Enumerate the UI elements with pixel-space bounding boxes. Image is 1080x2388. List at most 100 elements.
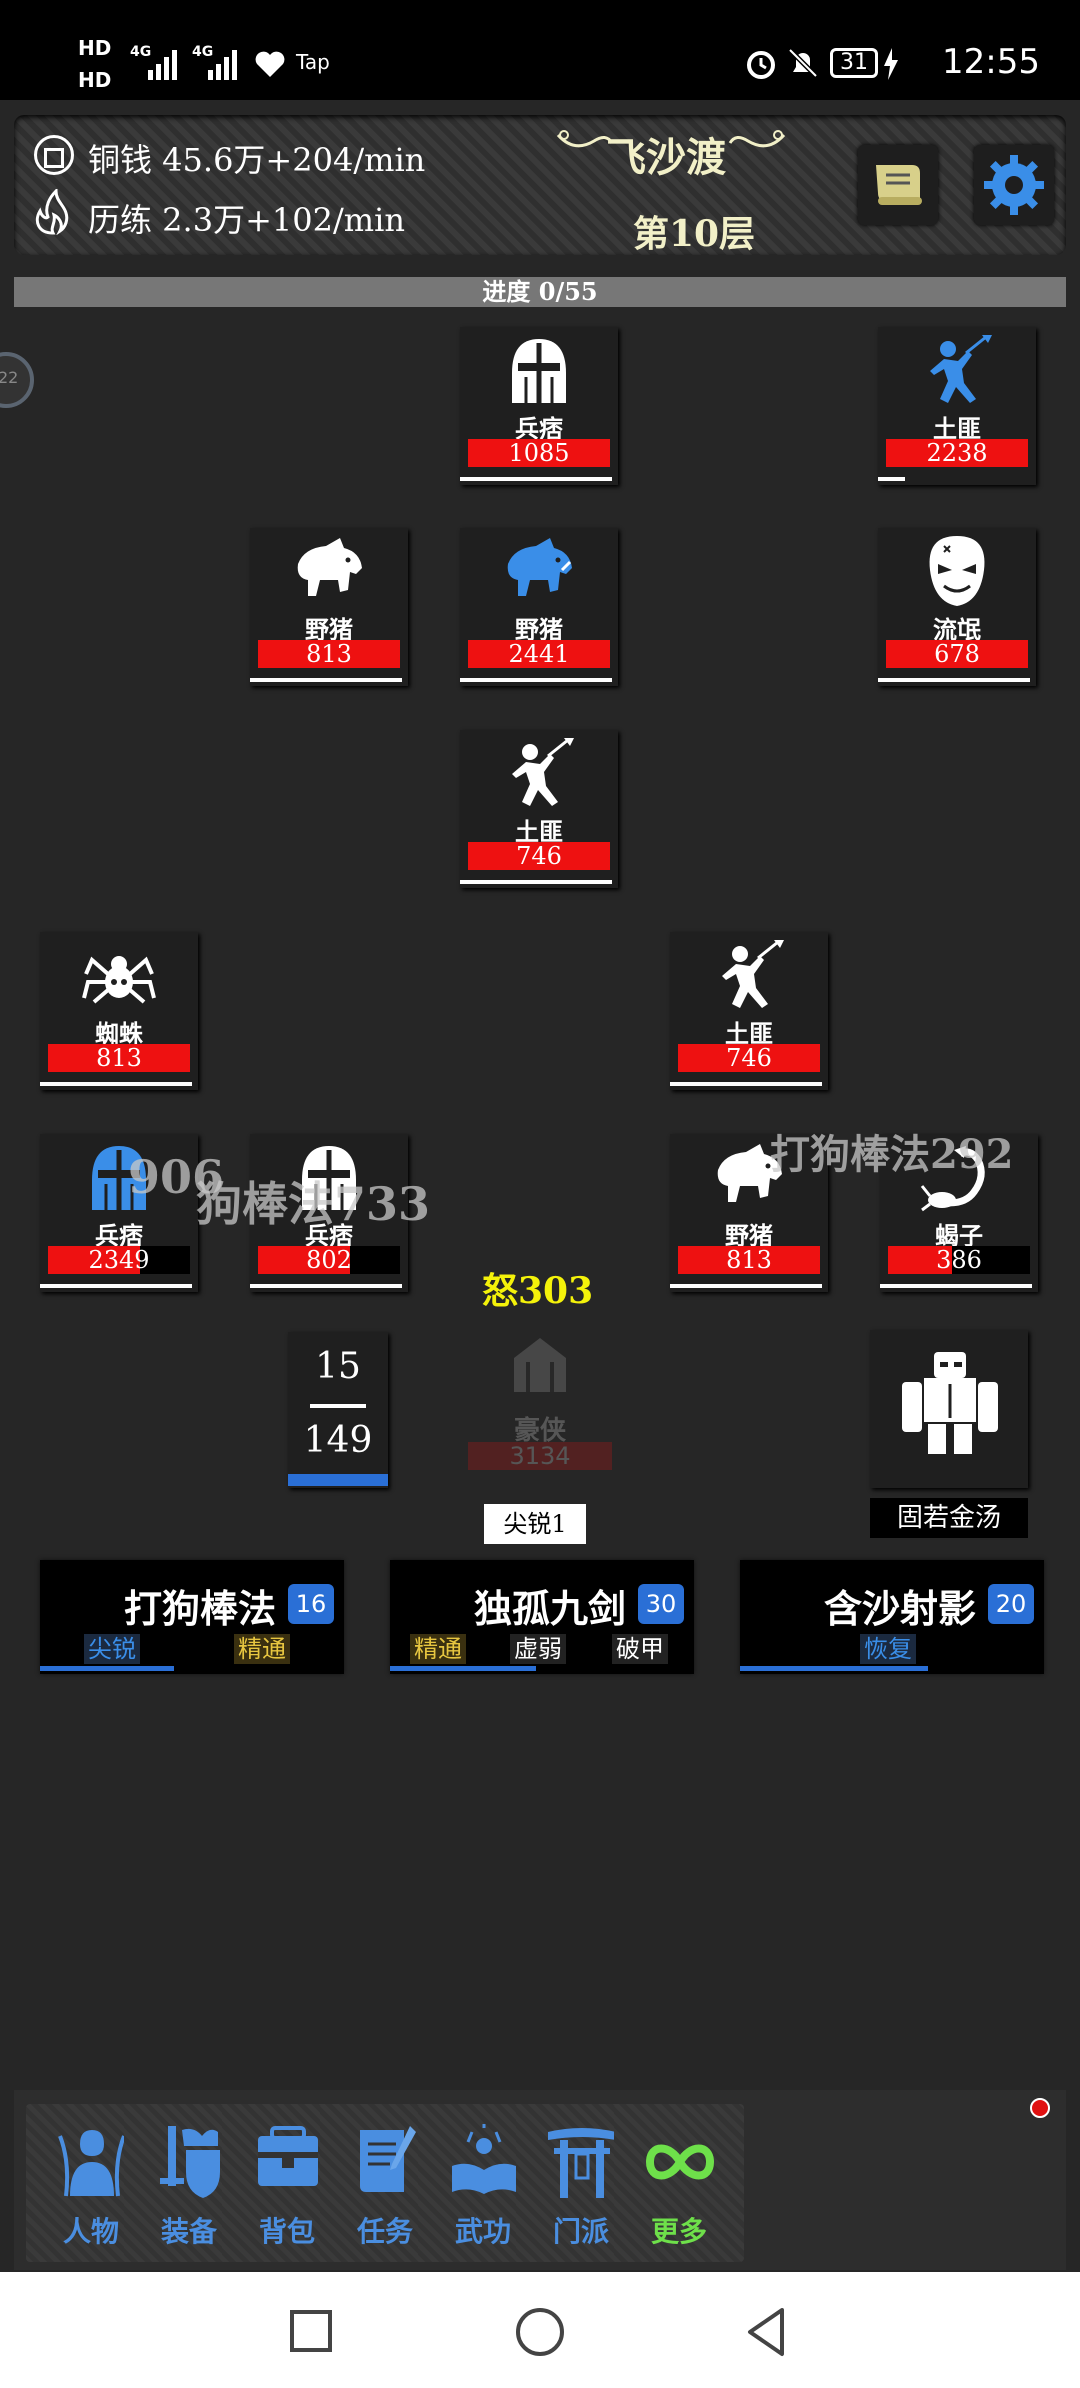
enemy-timer-bar bbox=[460, 477, 612, 481]
skill-name: 打狗棒法 bbox=[123, 1586, 276, 1631]
skill-float-left: 狗棒法733 bbox=[196, 1177, 431, 1231]
flame-icon bbox=[35, 189, 69, 235]
enemy-timer-bar bbox=[880, 1284, 1032, 1288]
ally-label: 固若金汤 bbox=[870, 1498, 1028, 1538]
heart-icon bbox=[255, 51, 285, 77]
floor-label: 第10层 bbox=[632, 213, 756, 255]
enemy-card[interactable]: 蜘蛛 813 bbox=[40, 932, 198, 1090]
notification-dot bbox=[1030, 2098, 1050, 2118]
enemy-hp-value: 1085 bbox=[508, 439, 570, 467]
enemy-timer-bar bbox=[460, 678, 612, 682]
enemy-card[interactable]: 土匪 2238 bbox=[878, 327, 1036, 485]
alarm-icon bbox=[747, 51, 775, 79]
boar-icon bbox=[500, 534, 578, 608]
enemy-hp-value: 678 bbox=[934, 640, 980, 668]
enemy-card[interactable]: 野猪 2441 bbox=[460, 528, 618, 686]
enemy-hp-value: 746 bbox=[726, 1044, 772, 1072]
combo-bottom: 149 bbox=[303, 1420, 373, 1461]
home-button[interactable] bbox=[516, 2308, 564, 2356]
skill-level: 30 bbox=[638, 1584, 684, 1624]
enemy-hp-value: 2238 bbox=[926, 439, 988, 467]
hd-indicator-2: HD bbox=[78, 68, 112, 92]
recents-button[interactable] bbox=[290, 2310, 332, 2352]
skill-tag: 精通 bbox=[410, 1634, 466, 1664]
enemy-timer-bar bbox=[878, 678, 1030, 682]
skill-slot[interactable]: 独孤九剑 30 精通 虚弱 破甲 bbox=[390, 1560, 694, 1674]
skill-slot[interactable]: 打狗棒法 16 尖锐 精通 bbox=[40, 1560, 344, 1674]
back-button[interactable] bbox=[744, 2306, 788, 2358]
boar-icon bbox=[290, 534, 368, 608]
skill-name: 独孤九剑 bbox=[473, 1586, 626, 1631]
skill-cooldown-bar bbox=[390, 1666, 536, 1671]
skill-slot[interactable]: 含沙射影 20 恢复 bbox=[740, 1560, 1044, 1674]
enemy-hp-bar: 813 bbox=[48, 1044, 190, 1072]
scroll-button[interactable] bbox=[858, 145, 938, 225]
side-badge-count: 22 bbox=[0, 368, 19, 387]
enemy-hp-value: 813 bbox=[96, 1044, 142, 1072]
enemy-hp-value: 2441 bbox=[508, 640, 570, 668]
clock: 12:55 bbox=[942, 42, 1040, 82]
buff-tag: 尖锐1 bbox=[484, 1504, 586, 1544]
skill-float-right: 打狗棒法292 bbox=[770, 1131, 1014, 1178]
resource-header: 铜钱 45.6万+204/min 历练 2.3万+102/min 飞沙渡 第10… bbox=[14, 115, 1066, 255]
enemy-hp-value: 746 bbox=[516, 842, 562, 870]
signal-icon-2 bbox=[208, 50, 237, 80]
spider-icon bbox=[80, 938, 158, 1012]
enemy-card[interactable]: 兵痞 1085 bbox=[460, 327, 618, 485]
enemy-timer-bar bbox=[878, 477, 905, 481]
bandit-icon bbox=[710, 938, 788, 1012]
enemy-card[interactable]: 土匪 746 bbox=[460, 730, 618, 888]
system-nav-bar bbox=[0, 2272, 1080, 2388]
nav-item[interactable]: 更多 bbox=[614, 2104, 744, 2262]
enemy-card[interactable]: 流氓 678 bbox=[878, 528, 1036, 686]
skill-cooldown-bar bbox=[740, 1666, 928, 1671]
status-bar: HD HD 4G 4G Tap 31 12:55 bbox=[0, 0, 1080, 100]
enemy-hp-bar: 802 bbox=[258, 1246, 400, 1274]
enemy-timer-bar bbox=[40, 1082, 192, 1086]
enemy-card[interactable]: 土匪 746 bbox=[670, 932, 828, 1090]
enemy-hp-bar: 386 bbox=[888, 1246, 1030, 1274]
enemy-hp-bar: 2349 bbox=[48, 1246, 190, 1274]
enemy-timer-bar bbox=[460, 880, 612, 884]
mask-icon bbox=[918, 534, 996, 608]
enemy-hp-value: 813 bbox=[726, 1246, 772, 1274]
enemy-hp-bar: 2441 bbox=[468, 640, 610, 668]
enemy-hp-value: 386 bbox=[936, 1246, 982, 1274]
bandit-icon bbox=[918, 333, 996, 407]
ornament-right-icon bbox=[728, 130, 786, 148]
skill-name: 含沙射影 bbox=[823, 1586, 976, 1631]
combo-panel: 15 149 bbox=[288, 1332, 388, 1488]
enemy-hp-bar: 746 bbox=[678, 1044, 820, 1072]
enemy-timer-bar bbox=[670, 1284, 822, 1288]
floor-progress-bar: 进度 0/55 bbox=[14, 277, 1066, 307]
battery-icon: 31 bbox=[830, 48, 878, 78]
golem-icon bbox=[902, 1352, 998, 1454]
enemy-card[interactable]: 野猪 813 bbox=[250, 528, 408, 686]
skill-tag: 虚弱 bbox=[510, 1634, 566, 1664]
enemy-hp-value: 2349 bbox=[88, 1246, 150, 1274]
skill-cooldown-bar bbox=[40, 1666, 174, 1671]
signal-icon bbox=[148, 50, 177, 80]
side-badge[interactable]: 22 bbox=[0, 352, 34, 408]
settings-button[interactable] bbox=[974, 145, 1054, 225]
coin-icon bbox=[34, 135, 74, 175]
enemy-hp-value: 802 bbox=[306, 1246, 352, 1274]
enemy-hp-bar: 678 bbox=[886, 640, 1028, 668]
charging-icon bbox=[884, 48, 898, 80]
hd-indicator-1: HD bbox=[78, 36, 112, 60]
enemy-hp-bar: 813 bbox=[678, 1246, 820, 1274]
enemy-timer-bar bbox=[250, 1284, 402, 1288]
enemy-timer-bar bbox=[670, 1082, 822, 1086]
combo-top: 15 bbox=[315, 1346, 361, 1387]
skill-level: 20 bbox=[988, 1584, 1034, 1624]
skill-tag: 尖锐 bbox=[84, 1634, 140, 1664]
train-resource: 历练 2.3万+102/min bbox=[88, 201, 405, 239]
rage-counter: 怒303 bbox=[482, 1270, 594, 1312]
hero-icon bbox=[514, 1338, 566, 1392]
ornament-left-icon bbox=[556, 130, 614, 148]
player-hp: 3134 bbox=[468, 1442, 612, 1470]
enemy-hp-bar: 813 bbox=[258, 640, 400, 668]
combo-bar bbox=[288, 1474, 388, 1486]
player-card[interactable]: 豪侠 3134 bbox=[460, 1326, 620, 1486]
ally-card[interactable] bbox=[870, 1330, 1028, 1488]
